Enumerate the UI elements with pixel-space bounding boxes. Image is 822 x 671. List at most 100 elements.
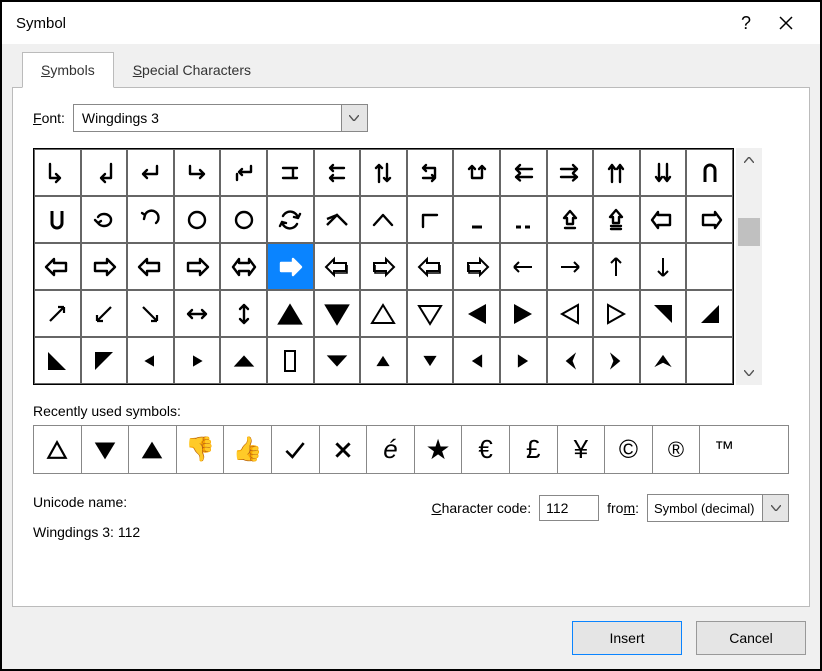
symbol-cell-rect-outline[interactable] (267, 337, 314, 384)
symbol-cell-triangle-up-outline[interactable] (360, 290, 407, 337)
cancel-button[interactable]: Cancel (696, 621, 806, 655)
symbol-cell-triangle-corner-se[interactable] (686, 290, 733, 337)
grid-scrollbar[interactable] (736, 148, 762, 385)
symbol-cell-thin-arrow-right[interactable] (547, 243, 594, 290)
scroll-up-button[interactable] (736, 148, 762, 172)
symbol-cell-arrows-left-stacked[interactable] (314, 149, 361, 196)
symbol-cell-arrow-up-down[interactable] (220, 290, 267, 337)
symbol-cell-left-right-hollow[interactable] (220, 243, 267, 290)
symbol-cell-arrow-return-double[interactable] (220, 149, 267, 196)
symbol-cell-angle-up-right[interactable] (407, 196, 454, 243)
symbol-cell-right-hollow-arrow-2[interactable] (174, 243, 221, 290)
from-dropdown-button[interactable] (762, 495, 788, 521)
symbol-cell-chevron-up[interactable] (360, 196, 407, 243)
font-dropdown-button[interactable] (341, 105, 367, 131)
symbol-cell-up-outline-box[interactable] (547, 196, 594, 243)
from-select[interactable]: Symbol (decimal) (647, 494, 789, 522)
symbol-cell-blank-1[interactable] (686, 243, 733, 290)
recent-symbol-copyright[interactable]: © (605, 426, 653, 473)
symbol-cell-rotate-cw[interactable] (220, 196, 267, 243)
symbol-cell-arrow-return-left[interactable] (127, 149, 174, 196)
recent-symbol-tri-up[interactable] (129, 426, 177, 473)
symbol-cell-arrow-cycle-1[interactable] (407, 149, 454, 196)
symbol-cell-left-outline-arrow[interactable] (640, 196, 687, 243)
symbol-cell-left-shadow-arrow-2[interactable] (407, 243, 454, 290)
symbol-cell-chevron-left-solid[interactable] (547, 337, 594, 384)
recent-symbol-pound[interactable]: £ (510, 426, 558, 473)
symbol-cell-triangle-corner-ne[interactable] (640, 290, 687, 337)
symbol-cell-pointer-up-flat[interactable] (220, 337, 267, 384)
font-select[interactable]: Wingdings 3 (73, 104, 368, 132)
symbol-cell-arrow-sw[interactable] (81, 290, 128, 337)
symbol-cell-arrows-left-double[interactable] (500, 149, 547, 196)
symbol-grid[interactable] (33, 148, 734, 385)
symbol-cell-arrows-down-pair[interactable] (640, 149, 687, 196)
recent-symbol-e-acute[interactable]: é (367, 426, 415, 473)
symbol-cell-arrow-double-branch[interactable] (267, 149, 314, 196)
recent-symbol-trademark[interactable]: ™ (700, 426, 748, 473)
scroll-track[interactable] (736, 172, 762, 361)
symbol-cell-pointer-right-small[interactable] (174, 337, 221, 384)
symbol-cell-arrows-right-double[interactable] (547, 149, 594, 196)
tab-special-characters[interactable]: Special Characters (114, 52, 270, 88)
recent-symbol-delta[interactable] (34, 426, 82, 473)
symbol-cell-triangle-down-solid[interactable] (314, 290, 361, 337)
symbol-cell-u-turn-up[interactable] (34, 196, 81, 243)
symbol-cell-left-hollow-arrow[interactable] (34, 243, 81, 290)
insert-button[interactable]: Insert (572, 621, 682, 655)
symbol-cell-refresh[interactable] (267, 196, 314, 243)
symbol-cell-thin-arrow-left[interactable] (500, 243, 547, 290)
symbol-cell-caret-up-solid[interactable] (640, 337, 687, 384)
symbol-cell-arrow-down-right-corner[interactable] (34, 149, 81, 196)
symbol-cell-undo[interactable] (127, 196, 174, 243)
close-button[interactable] (766, 3, 806, 43)
symbol-cell-triangle-corner-sw[interactable] (34, 337, 81, 384)
symbol-cell-thin-arrow-down[interactable] (640, 243, 687, 290)
symbol-cell-triangle-left-outline[interactable] (547, 290, 594, 337)
symbol-cell-up-outline-box-2[interactable] (593, 196, 640, 243)
symbol-cell-arrow-left-right[interactable] (174, 290, 221, 337)
symbol-cell-arrows-up-pair[interactable] (593, 149, 640, 196)
recent-symbol-thumbs-down[interactable]: 👎 (177, 426, 225, 473)
symbol-cell-blank-2[interactable] (686, 337, 733, 384)
symbol-cell-small-tri-left[interactable] (453, 337, 500, 384)
symbol-cell-small-tri-down[interactable] (407, 337, 454, 384)
symbol-cell-right-shadow-arrow-2[interactable] (453, 243, 500, 290)
symbol-cell-arrow-return-right[interactable] (174, 149, 221, 196)
recent-grid[interactable]: 👎👍é★€£¥©®™ (33, 425, 789, 474)
symbol-cell-arrow-se[interactable] (127, 290, 174, 337)
symbol-cell-small-tri-right[interactable] (500, 337, 547, 384)
symbol-cell-triangle-up-solid[interactable] (267, 290, 314, 337)
symbol-cell-triangle-right-solid[interactable] (500, 290, 547, 337)
recent-symbol-cross[interactable] (320, 426, 368, 473)
symbol-cell-underscore-short[interactable] (453, 196, 500, 243)
symbol-cell-pointer-left-small[interactable] (127, 337, 174, 384)
symbol-cell-right-hollow-arrow-3[interactable] (267, 243, 314, 290)
symbol-cell-arrow-cycle-2[interactable] (453, 149, 500, 196)
recent-symbol-check[interactable] (272, 426, 320, 473)
symbol-cell-triangle-down-outline[interactable] (407, 290, 454, 337)
tab-symbols[interactable]: Symbols (22, 52, 114, 88)
symbol-cell-chevron-up-wide[interactable] (314, 196, 361, 243)
symbol-cell-small-tri-up[interactable] (360, 337, 407, 384)
symbol-cell-underscore-break[interactable] (500, 196, 547, 243)
symbol-cell-arrow-down-left-corner[interactable] (81, 149, 128, 196)
symbol-cell-chevron-right-solid[interactable] (593, 337, 640, 384)
symbol-cell-triangle-left-solid[interactable] (453, 290, 500, 337)
symbol-cell-right-shadow-arrow[interactable] (360, 243, 407, 290)
symbol-cell-left-shadow-arrow[interactable] (314, 243, 361, 290)
scroll-thumb[interactable] (738, 218, 760, 246)
scroll-down-button[interactable] (736, 361, 762, 385)
recent-symbol-tri-down[interactable] (82, 426, 130, 473)
symbol-cell-arrow-ne[interactable] (34, 290, 81, 337)
char-code-input[interactable] (539, 495, 599, 521)
symbol-cell-pointer-down-flat[interactable] (314, 337, 361, 384)
recent-symbol-yen[interactable]: ¥ (558, 426, 606, 473)
recent-symbol-star[interactable]: ★ (415, 426, 463, 473)
symbol-cell-rotate-ccw[interactable] (174, 196, 221, 243)
symbol-cell-left-hollow-arrow-2[interactable] (127, 243, 174, 290)
symbol-cell-redo-small[interactable] (81, 196, 128, 243)
symbol-cell-u-turn-down[interactable] (686, 149, 733, 196)
symbol-cell-triangle-corner-nw[interactable] (81, 337, 128, 384)
symbol-cell-right-hollow-arrow-1[interactable] (81, 243, 128, 290)
